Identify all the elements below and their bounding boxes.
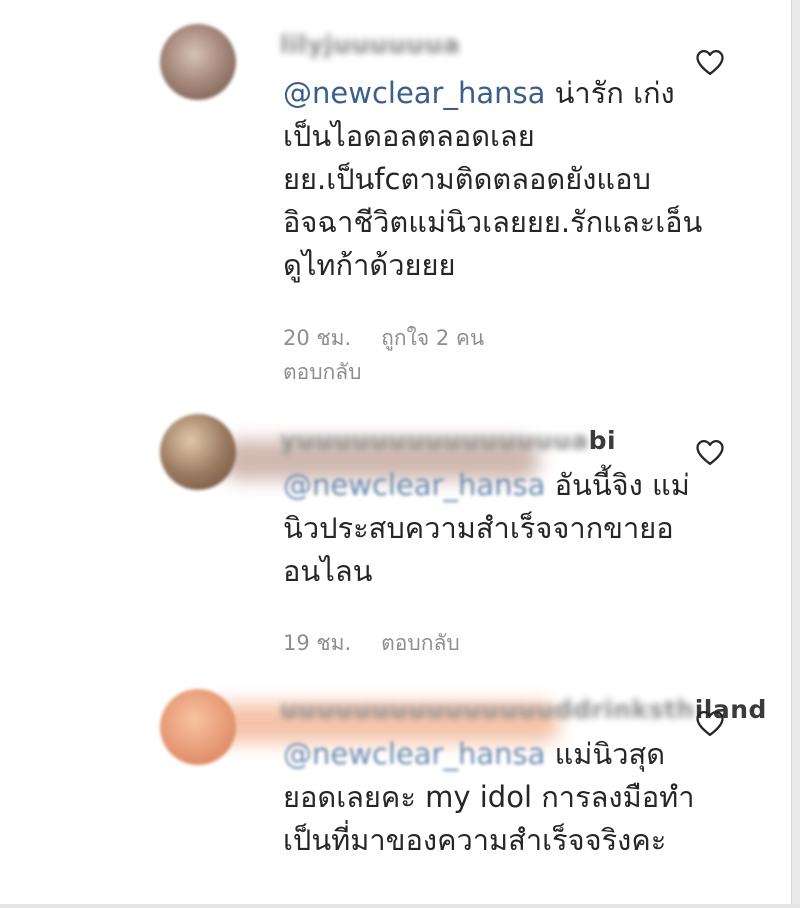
comment-likes[interactable]: ถูกใจ 2 คน xyxy=(381,326,484,350)
comment-text: @newclear_hansa อันนี้จิง แม่นิวประสบควา… xyxy=(283,464,703,593)
comments-panel: lilyjuuuuuua @newclear_hansa น่ารัก เก่ง… xyxy=(0,0,800,908)
comment-text: @newclear_hansa น่ารัก เก่งเป็นไอดอลตลอด… xyxy=(283,72,703,287)
heart-outline-icon[interactable] xyxy=(695,709,725,737)
comment-time: 20 ชม. xyxy=(283,326,352,350)
reply-button[interactable]: ตอบกลับ xyxy=(381,631,460,655)
avatar[interactable] xyxy=(160,689,236,765)
mention-link[interactable]: @newclear_hansa xyxy=(283,737,545,771)
comment-meta: 20 ชม. ถูกใจ 2 คน xyxy=(283,322,514,355)
comment-time: 19 ชม. xyxy=(283,631,352,655)
divider xyxy=(0,904,800,908)
comment-meta: 19 ชม. ตอบกลับ xyxy=(283,627,490,660)
comment-username[interactable]: lilyjuuuuuua xyxy=(280,30,460,59)
mention-link[interactable]: @newclear_hansa xyxy=(283,468,545,502)
avatar[interactable] xyxy=(160,414,236,490)
reply-button[interactable]: ตอบกลับ xyxy=(283,356,362,389)
comment-username[interactable]: yuuuuuuuuuuuuuuuabi xyxy=(280,426,616,455)
scrollbar-track[interactable] xyxy=(791,0,800,908)
comment-item: yuuuuuuuuuuuuuuuabi @newclear_hansa อันน… xyxy=(160,400,760,675)
comment-username[interactable]: uuuuuuuuuuuuuuuddrinksthiland xyxy=(280,695,767,724)
avatar[interactable] xyxy=(160,24,236,100)
heart-outline-icon[interactable] xyxy=(695,48,725,76)
comment-item: lilyjuuuuuua @newclear_hansa น่ารัก เก่ง… xyxy=(160,0,760,400)
heart-outline-icon[interactable] xyxy=(695,438,725,466)
mention-link[interactable]: @newclear_hansa xyxy=(283,76,545,110)
comment-text: @newclear_hansa แม่นิวสุดยอดเลยคะ my ido… xyxy=(283,733,703,862)
comment-item: uuuuuuuuuuuuuuuddrinksthiland @newclear_… xyxy=(160,675,766,904)
